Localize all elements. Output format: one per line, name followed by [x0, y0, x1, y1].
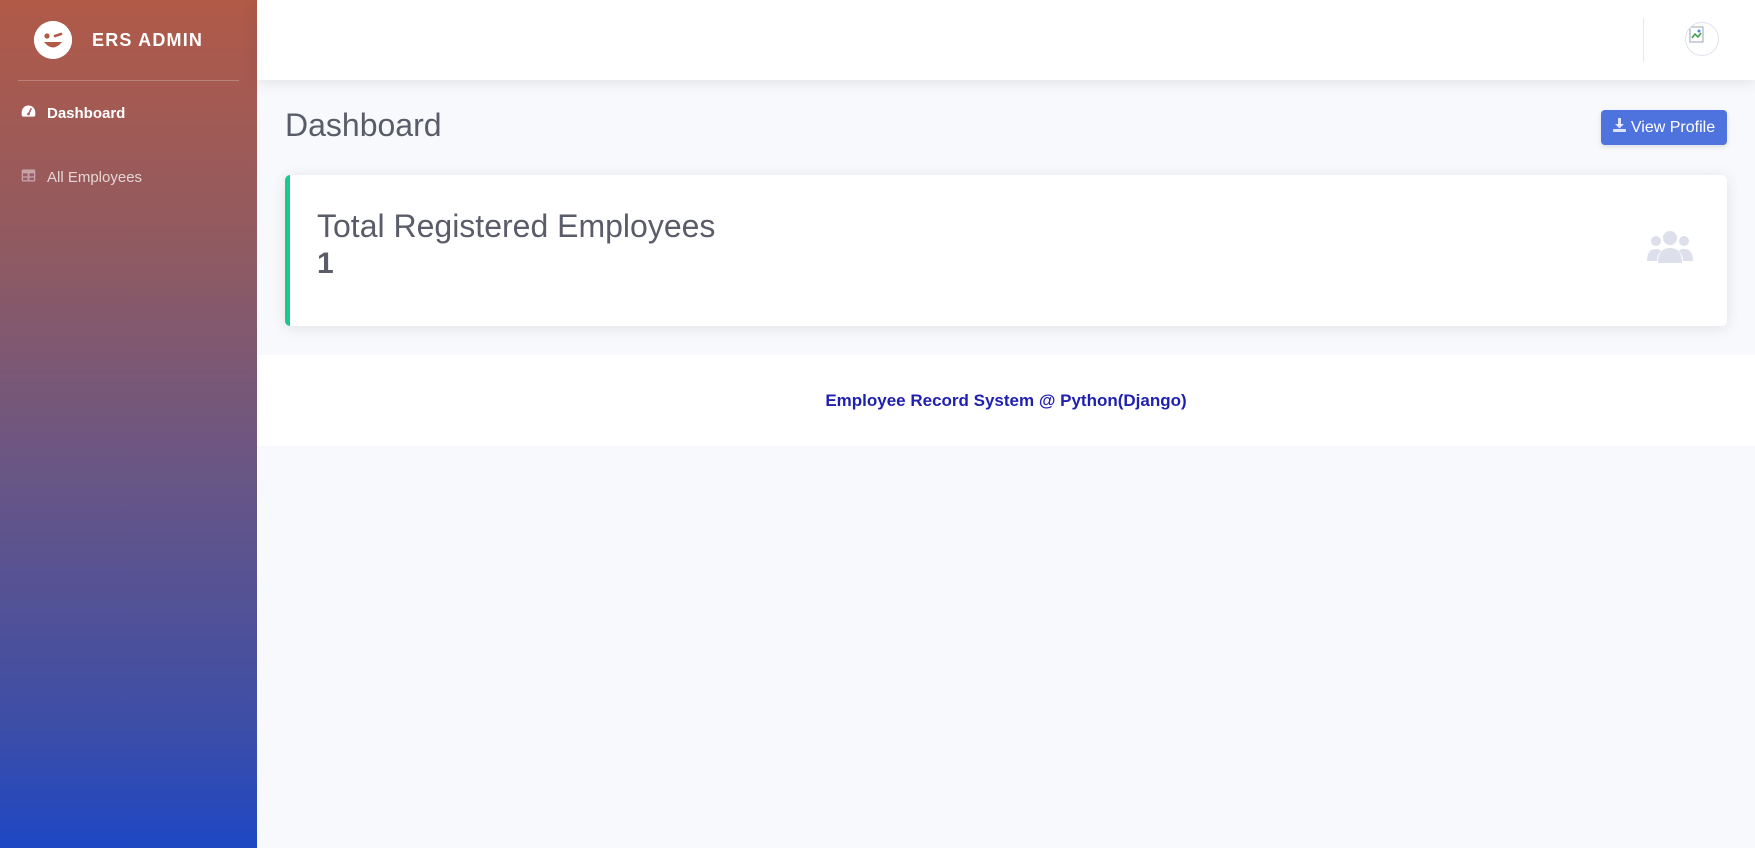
stat-card-label: Total Registered Employees [317, 208, 716, 244]
sidebar-item-label: All Employees [47, 168, 143, 186]
users-icon [1646, 229, 1694, 265]
sidebar: ERS ADMIN Dashboard All Employees [0, 0, 257, 848]
footer-text: Employee Record System @ Python(Django) [825, 390, 1187, 410]
table-icon [20, 167, 37, 188]
wink-face-icon [34, 21, 72, 59]
brand-title: ERS ADMIN [92, 29, 204, 50]
footer: Employee Record System @ Python(Django) [257, 355, 1755, 446]
download-icon [1612, 118, 1626, 137]
view-profile-button[interactable]: View Profile [1601, 110, 1727, 145]
view-profile-label: View Profile [1630, 118, 1716, 136]
stat-card-total-employees: Total Registered Employees 1 [285, 175, 1727, 326]
broken-image-icon [1689, 26, 1704, 43]
user-avatar[interactable] [1685, 22, 1719, 56]
topbar [257, 0, 1755, 80]
sidebar-item-all-employees[interactable]: All Employees [0, 145, 257, 209]
tachometer-icon [20, 103, 37, 124]
stat-card-value: 1 [317, 247, 334, 280]
topbar-divider [1643, 18, 1644, 62]
brand-link[interactable]: ERS ADMIN [0, 0, 257, 80]
sidebar-item-dashboard[interactable]: Dashboard [0, 81, 257, 145]
page-title: Dashboard [285, 107, 442, 143]
sidebar-item-label: Dashboard [47, 104, 126, 122]
